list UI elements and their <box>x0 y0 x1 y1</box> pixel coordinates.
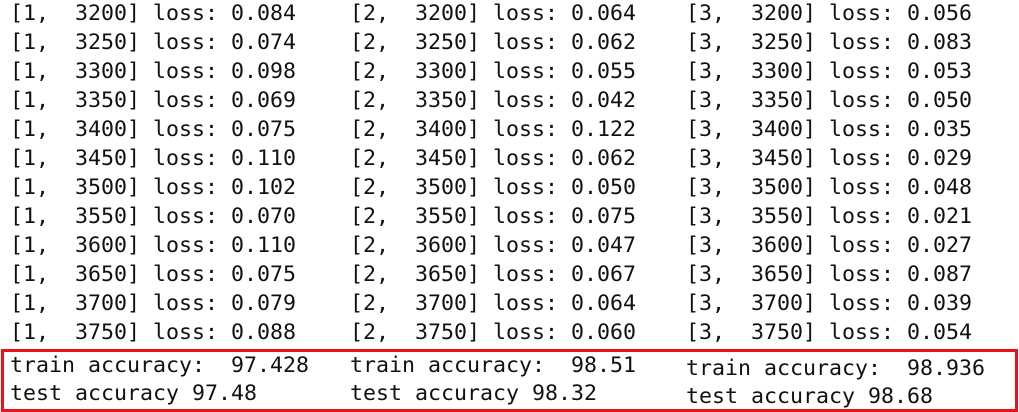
log-line: [1, 3550] loss: 0.070 <box>10 204 297 229</box>
accuracy-highlight-box <box>1 349 1018 412</box>
log-line: [3, 3700] loss: 0.039 <box>686 291 973 316</box>
log-line: [3, 3300] loss: 0.053 <box>686 59 973 84</box>
log-line: [2, 3550] loss: 0.075 <box>350 204 637 229</box>
log-line: [2, 3700] loss: 0.064 <box>350 291 637 316</box>
log-line: [1, 3650] loss: 0.075 <box>10 262 297 287</box>
log-line: [1, 3350] loss: 0.069 <box>10 88 297 113</box>
log-line: [2, 3500] loss: 0.050 <box>350 175 637 200</box>
log-line: [1, 3600] loss: 0.110 <box>10 233 297 258</box>
log-line: [2, 3750] loss: 0.060 <box>350 320 637 345</box>
log-line: [1, 3200] loss: 0.084 <box>10 1 297 26</box>
log-line: [3, 3350] loss: 0.050 <box>686 88 973 113</box>
log-line: [3, 3200] loss: 0.056 <box>686 1 973 26</box>
log-line: [1, 3300] loss: 0.098 <box>10 59 297 84</box>
log-line: [1, 3700] loss: 0.079 <box>10 291 297 316</box>
log-line: [2, 3400] loss: 0.122 <box>350 117 637 142</box>
log-line: [2, 3450] loss: 0.062 <box>350 146 637 171</box>
log-line: [2, 3250] loss: 0.062 <box>350 30 637 55</box>
log-line: [2, 3600] loss: 0.047 <box>350 233 637 258</box>
log-line: [3, 3550] loss: 0.021 <box>686 204 973 229</box>
log-line: [3, 3650] loss: 0.087 <box>686 262 973 287</box>
log-line: [2, 3650] loss: 0.067 <box>350 262 637 287</box>
log-line: [1, 3450] loss: 0.110 <box>10 146 297 171</box>
log-line: [1, 3500] loss: 0.102 <box>10 175 297 200</box>
log-line: [3, 3500] loss: 0.048 <box>686 175 973 200</box>
log-line: [3, 3750] loss: 0.054 <box>686 320 973 345</box>
log-line: [3, 3450] loss: 0.029 <box>686 146 973 171</box>
log-line: [1, 3400] loss: 0.075 <box>10 117 297 142</box>
log-line: [3, 3400] loss: 0.035 <box>686 117 973 142</box>
log-line: [3, 3600] loss: 0.027 <box>686 233 973 258</box>
log-line: [2, 3300] loss: 0.055 <box>350 59 637 84</box>
log-line: [3, 3250] loss: 0.083 <box>686 30 973 55</box>
log-line: [2, 3350] loss: 0.042 <box>350 88 637 113</box>
log-line: [2, 3200] loss: 0.064 <box>350 1 637 26</box>
log-line: [1, 3250] loss: 0.074 <box>10 30 297 55</box>
log-line: [1, 3750] loss: 0.088 <box>10 320 297 345</box>
